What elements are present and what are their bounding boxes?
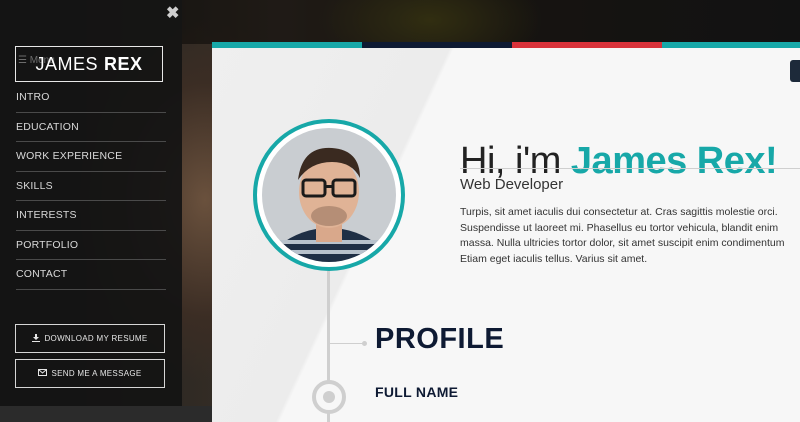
sidebar-nav: INTRO EDUCATION WORK EXPERIENCE SKILLS I… [16, 83, 166, 290]
color-stripe [212, 42, 800, 48]
profile-heading: PROFILE [375, 323, 505, 355]
avatar [262, 128, 396, 262]
timeline-connector [330, 341, 367, 346]
brand-first: JAMES [35, 53, 98, 74]
hero-role: Web Developer [460, 176, 564, 193]
send-message-button[interactable]: SEND ME A MESSAGE [15, 359, 165, 388]
hero-name: James Rex! [570, 140, 778, 183]
nav-item-skills[interactable]: SKILLS [16, 172, 166, 201]
nav-item-interests[interactable]: INTERESTS [16, 201, 166, 231]
hero-divider [460, 168, 800, 169]
nav-item-contact[interactable]: CONTACT [16, 260, 166, 290]
nav-item-portfolio[interactable]: PORTFOLIO [16, 231, 166, 260]
nav-item-education[interactable]: EDUCATION [16, 113, 166, 142]
download-icon [32, 333, 41, 344]
hero-bio: Turpis, sit amet iaculis dui consectetur… [460, 206, 785, 265]
envelope-icon [38, 369, 48, 378]
resume-card: Hi, i'm James Rex! Web Developer Turpis,… [212, 42, 800, 422]
nav-item-intro[interactable]: INTRO [16, 83, 166, 113]
background-shade [182, 0, 800, 44]
full-name-label: FULL NAME [375, 384, 459, 400]
nav-item-work-experience[interactable]: WORK EXPERIENCE [16, 142, 166, 172]
card-tab[interactable] [790, 60, 800, 82]
sidebar: ✖ ☰ Menu JAMES REX INTRO EDUCATION WORK E… [0, 0, 182, 406]
timeline-dot [312, 380, 346, 414]
download-resume-label: DOWNLOAD MY RESUME [44, 334, 148, 343]
close-icon[interactable]: ✖ [166, 6, 179, 22]
download-resume-button[interactable]: DOWNLOAD MY RESUME [15, 324, 165, 353]
avatar-ring [253, 119, 405, 271]
send-message-label: SEND ME A MESSAGE [51, 369, 142, 378]
brand-logo[interactable]: JAMES REX [15, 46, 163, 82]
brand-last: REX [104, 53, 143, 74]
